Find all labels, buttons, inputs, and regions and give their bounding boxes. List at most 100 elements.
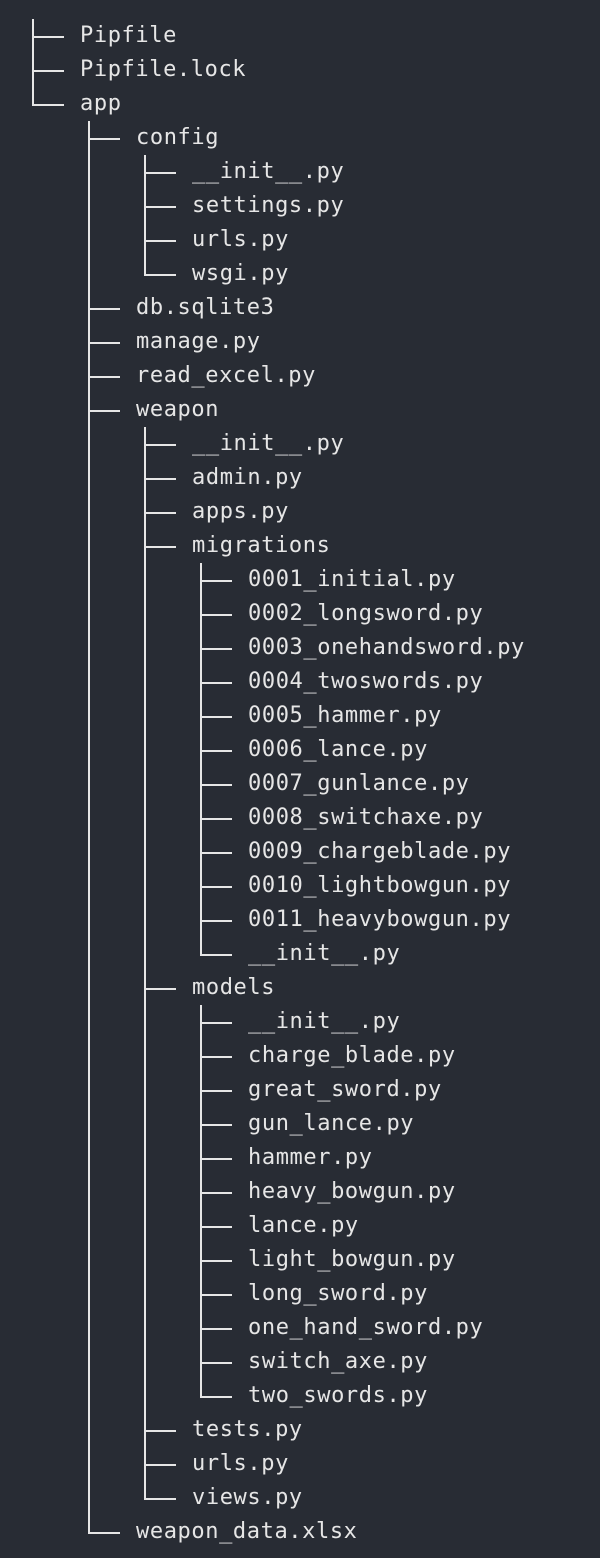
file-name: apps.py xyxy=(192,499,289,524)
tree-row[interactable]: 0006_lance.py xyxy=(0,733,600,767)
file-name: __init__.py xyxy=(192,159,345,184)
tree-row[interactable]: models xyxy=(0,971,600,1005)
tree-row[interactable]: 0001_initial.py xyxy=(0,563,600,597)
tree-row[interactable]: wsgi.py xyxy=(0,257,600,291)
tree-guide-line xyxy=(144,937,146,971)
file-name: great_sword.py xyxy=(248,1077,442,1102)
tree-branch-horizontal xyxy=(200,1124,232,1126)
tree-guide-line xyxy=(144,869,146,903)
tree-row[interactable]: great_sword.py xyxy=(0,1073,600,1107)
tree-branch-horizontal xyxy=(200,1294,232,1296)
tree-guide-line xyxy=(88,767,90,801)
tree-row[interactable]: config xyxy=(0,121,600,155)
tree-row[interactable]: views.py xyxy=(0,1481,600,1515)
tree-row[interactable]: 0011_heavybowgun.py xyxy=(0,903,600,937)
file-name: manage.py xyxy=(136,329,261,354)
tree-row[interactable]: Pipfile xyxy=(0,19,600,53)
tree-branch-horizontal xyxy=(88,410,120,412)
tree-row[interactable]: __init__.py xyxy=(0,1005,600,1039)
tree-row[interactable]: weapon_data.xlsx xyxy=(0,1515,600,1549)
tree-row[interactable]: db.sqlite3 xyxy=(0,291,600,325)
file-name: 0004_twoswords.py xyxy=(248,669,484,694)
tree-row[interactable]: 0004_twoswords.py xyxy=(0,665,600,699)
tree-row[interactable]: 0008_switchaxe.py xyxy=(0,801,600,835)
file-name: urls.py xyxy=(192,227,289,252)
tree-guide-line xyxy=(88,223,90,257)
tree-row[interactable]: gun_lance.py xyxy=(0,1107,600,1141)
file-name: wsgi.py xyxy=(192,261,289,286)
folder-name: app xyxy=(80,91,122,116)
tree-row[interactable]: __init__.py xyxy=(0,937,600,971)
file-name: 0007_gunlance.py xyxy=(248,771,470,796)
file-name: two_swords.py xyxy=(248,1383,428,1408)
tree-branch-vertical xyxy=(144,1481,146,1499)
tree-guide-line xyxy=(88,257,90,291)
tree-row[interactable]: migrations xyxy=(0,529,600,563)
file-name: views.py xyxy=(192,1485,303,1510)
tree-row[interactable]: __init__.py xyxy=(0,155,600,189)
tree-guide-line xyxy=(88,1243,90,1277)
tree-guide-line xyxy=(88,495,90,529)
tree-branch-horizontal xyxy=(88,308,120,310)
tree-row[interactable]: app xyxy=(0,87,600,121)
tree-row[interactable]: 0002_longsword.py xyxy=(0,597,600,631)
tree-guide-line xyxy=(88,1175,90,1209)
tree-guide-line xyxy=(88,733,90,767)
file-name: __init__.py xyxy=(248,941,401,966)
tree-row[interactable]: lance.py xyxy=(0,1209,600,1243)
tree-branch-horizontal xyxy=(144,172,176,174)
tree-row[interactable]: __init__.py xyxy=(0,427,600,461)
tree-row[interactable]: weapon xyxy=(0,393,600,427)
tree-row[interactable]: apps.py xyxy=(0,495,600,529)
tree-branch-vertical xyxy=(32,87,34,105)
tree-row[interactable]: hammer.py xyxy=(0,1141,600,1175)
tree-branch-horizontal xyxy=(200,750,232,752)
tree-branch-horizontal xyxy=(200,1056,232,1058)
tree-guide-line xyxy=(144,699,146,733)
tree-branch-horizontal xyxy=(200,784,232,786)
tree-row[interactable]: switch_axe.py xyxy=(0,1345,600,1379)
tree-row[interactable]: light_bowgun.py xyxy=(0,1243,600,1277)
tree-guide-line xyxy=(88,937,90,971)
file-name: switch_axe.py xyxy=(248,1349,428,1374)
tree-row[interactable]: manage.py xyxy=(0,325,600,359)
tree-row[interactable]: Pipfile.lock xyxy=(0,53,600,87)
tree-row[interactable]: admin.py xyxy=(0,461,600,495)
tree-row[interactable]: 0010_lightbowgun.py xyxy=(0,869,600,903)
tree-row[interactable]: long_sword.py xyxy=(0,1277,600,1311)
tree-guide-line xyxy=(144,1243,146,1277)
tree-row[interactable]: 0009_chargeblade.py xyxy=(0,835,600,869)
tree-branch-horizontal xyxy=(88,342,120,344)
tree-guide-line xyxy=(144,631,146,665)
tree-row[interactable]: charge_blade.py xyxy=(0,1039,600,1073)
tree-row[interactable]: urls.py xyxy=(0,1447,600,1481)
tree-branch-horizontal xyxy=(144,274,176,276)
tree-row[interactable]: 0005_hammer.py xyxy=(0,699,600,733)
tree-row[interactable]: settings.py xyxy=(0,189,600,223)
tree-row[interactable]: tests.py xyxy=(0,1413,600,1447)
tree-guide-line xyxy=(88,189,90,223)
tree-guide-line xyxy=(88,631,90,665)
tree-guide-line xyxy=(88,971,90,1005)
file-name: 0002_longsword.py xyxy=(248,601,484,626)
tree-row[interactable]: 0003_onehandsword.py xyxy=(0,631,600,665)
tree-branch-horizontal xyxy=(144,240,176,242)
tree-row[interactable]: read_excel.py xyxy=(0,359,600,393)
file-name: 0006_lance.py xyxy=(248,737,428,762)
tree-branch-horizontal xyxy=(32,36,64,38)
file-name: __init__.py xyxy=(248,1009,401,1034)
tree-row[interactable]: urls.py xyxy=(0,223,600,257)
tree-branch-horizontal xyxy=(200,1362,232,1364)
file-tree: Pipfile Pipfile.lock app config __init__.py s… xyxy=(0,0,600,1558)
tree-row[interactable]: one_hand_sword.py xyxy=(0,1311,600,1345)
tree-row[interactable]: two_swords.py xyxy=(0,1379,600,1413)
tree-branch-horizontal xyxy=(200,1328,232,1330)
folder-name: weapon xyxy=(136,397,220,422)
tree-guide-line xyxy=(144,1039,146,1073)
tree-guide-line xyxy=(88,1277,90,1311)
tree-row[interactable]: 0007_gunlance.py xyxy=(0,767,600,801)
tree-guide-line xyxy=(144,1141,146,1175)
tree-row[interactable]: heavy_bowgun.py xyxy=(0,1175,600,1209)
tree-guide-line xyxy=(144,665,146,699)
tree-branch-horizontal xyxy=(200,1260,232,1262)
